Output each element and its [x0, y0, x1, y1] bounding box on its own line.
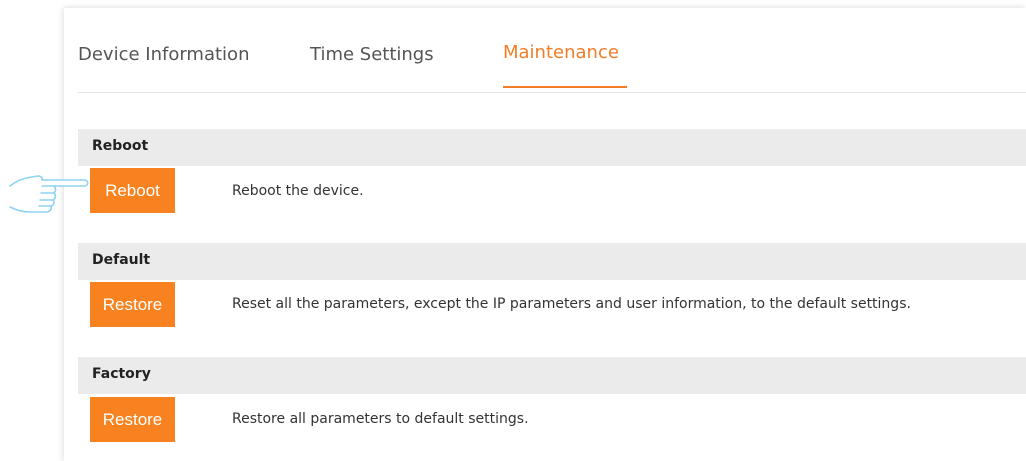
maintenance-panel: Device Information Time Settings Mainten… — [64, 8, 1026, 461]
tab-bar: Device Information Time Settings Mainten… — [78, 8, 1026, 93]
reboot-button[interactable]: Reboot — [90, 168, 175, 213]
section-title-default: Default — [92, 252, 151, 268]
factory-restore-button[interactable]: Restore — [90, 397, 175, 442]
tab-device-information[interactable]: Device Information — [78, 44, 249, 65]
tab-maintenance[interactable]: Maintenance — [503, 42, 619, 63]
active-tab-indicator — [503, 86, 627, 88]
default-description: Reset all the parameters, except the IP … — [232, 296, 911, 312]
default-restore-button[interactable]: Restore — [90, 282, 175, 327]
section-header-default: Default — [78, 243, 1026, 280]
factory-description: Restore all parameters to default settin… — [232, 411, 529, 427]
pointing-hand-icon — [9, 175, 89, 213]
section-title-reboot: Reboot — [92, 138, 149, 154]
page: Device Information Time Settings Mainten… — [0, 0, 1026, 461]
section-header-reboot: Reboot — [78, 129, 1026, 166]
section-title-factory: Factory — [92, 366, 151, 382]
tab-time-settings[interactable]: Time Settings — [310, 44, 434, 65]
reboot-description: Reboot the device. — [232, 183, 364, 199]
section-header-factory: Factory — [78, 357, 1026, 394]
